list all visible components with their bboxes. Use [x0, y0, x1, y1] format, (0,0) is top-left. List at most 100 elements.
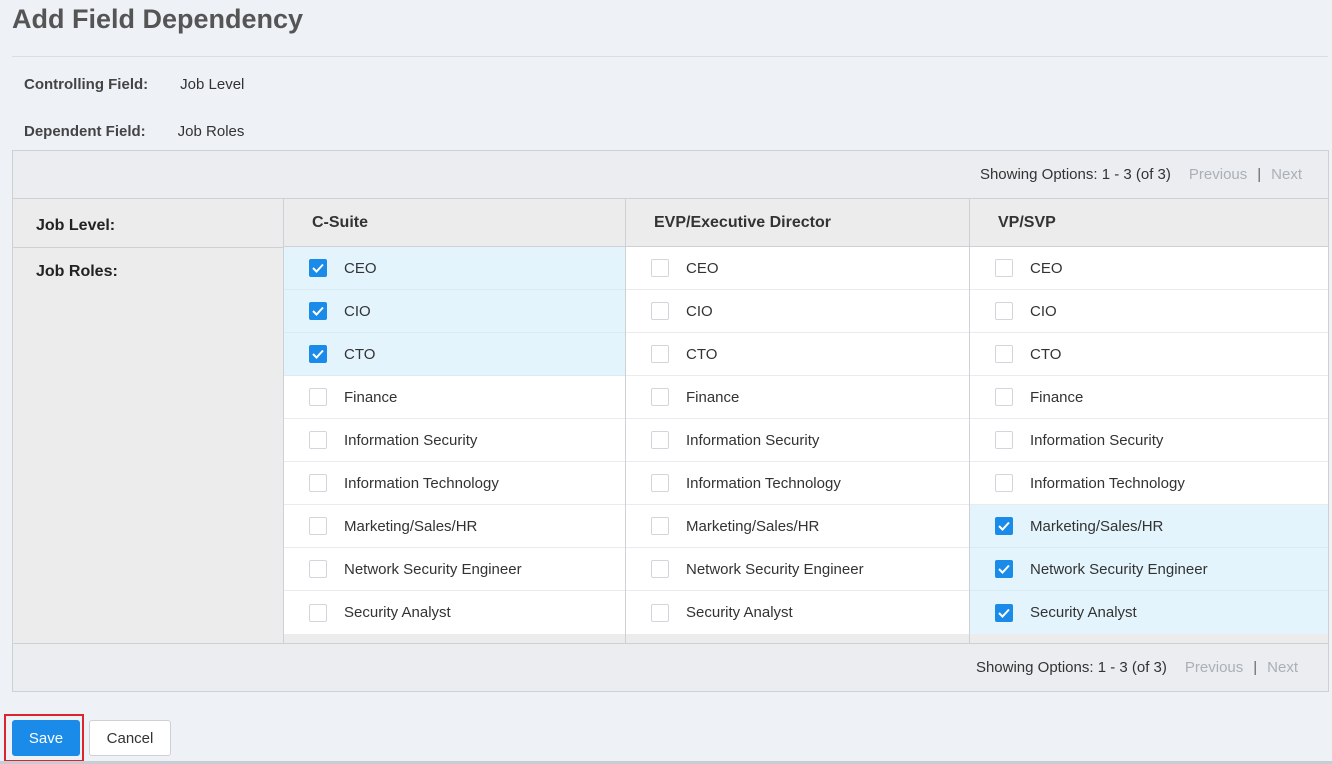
role-option[interactable]: Finance	[970, 376, 1328, 419]
role-option-label: Network Security Engineer	[686, 560, 864, 578]
pager-separator: |	[1253, 659, 1258, 676]
role-option[interactable]: CIO	[284, 290, 625, 333]
role-option-label: CTO	[1030, 345, 1062, 363]
role-checkbox[interactable]	[995, 603, 1013, 622]
job-level-column: C-Suite CEO CIO CTO Finance Information Secur…	[284, 199, 626, 643]
controlling-field-label: Controlling Field:	[24, 76, 149, 93]
role-checkbox[interactable]	[995, 431, 1013, 449]
role-option-label: Information Security	[344, 431, 478, 449]
role-option-label: Network Security Engineer	[344, 560, 522, 578]
job-level-row-label: Job Level:	[36, 217, 116, 234]
role-option-label: Security Analyst	[344, 604, 451, 621]
dependent-field-row: Dependent Field: Job Roles	[24, 123, 244, 140]
role-checkbox[interactable]	[651, 388, 669, 406]
role-option[interactable]: Finance	[626, 376, 969, 419]
role-checkbox[interactable]	[309, 345, 327, 363]
role-option-label: CEO	[344, 259, 377, 277]
role-option[interactable]: CEO	[284, 247, 625, 290]
role-checkbox[interactable]	[651, 345, 669, 363]
role-checkbox[interactable]	[309, 302, 327, 320]
role-option-label: CIO	[344, 302, 371, 320]
role-checkbox[interactable]	[309, 431, 327, 449]
role-checkbox[interactable]	[309, 517, 327, 535]
dependency-matrix-panel: Showing Options: 1 - 3 (of 3) Previous |…	[12, 150, 1329, 692]
job-level-column: VP/SVP CEO CIO CTO Finance Information Securi…	[970, 199, 1328, 643]
role-option[interactable]: Security Analyst	[970, 591, 1328, 634]
role-checkbox[interactable]	[995, 345, 1013, 363]
role-option[interactable]: Security Analyst	[626, 591, 969, 634]
role-option[interactable]: CEO	[970, 247, 1328, 290]
job-roles-row-label: Job Roles:	[36, 263, 118, 280]
role-option[interactable]: Network Security Engineer	[626, 548, 969, 591]
role-option-label: Marketing/Sales/HR	[686, 517, 820, 535]
checkmark-icon	[312, 306, 324, 316]
controlling-field-row: Controlling Field: Job Level	[24, 76, 244, 93]
role-option-label: CEO	[1030, 259, 1063, 277]
cancel-button[interactable]: Cancel	[89, 720, 171, 756]
role-option-label: Marketing/Sales/HR	[344, 517, 478, 535]
job-level-column: EVP/Executive Director CEO CIO CTO Finance In…	[626, 199, 970, 643]
role-option-label: Finance	[1030, 388, 1084, 406]
page-title: Add Field Dependency	[12, 4, 304, 34]
role-checkbox[interactable]	[995, 259, 1013, 277]
checkmark-icon	[998, 608, 1010, 618]
role-checkbox[interactable]	[651, 302, 669, 320]
role-checkbox[interactable]	[309, 603, 327, 622]
role-option[interactable]: Security Analyst	[284, 591, 625, 634]
column-header: VP/SVP	[970, 199, 1328, 247]
pager-next-link[interactable]: Next	[1271, 166, 1302, 183]
role-checkbox[interactable]	[651, 603, 669, 622]
role-option-label: Security Analyst	[1030, 604, 1137, 621]
role-checkbox[interactable]	[309, 474, 327, 492]
role-option[interactable]: CEO	[626, 247, 969, 290]
role-option[interactable]: Information Technology	[284, 462, 625, 505]
role-option-label: CIO	[686, 302, 713, 320]
role-checkbox[interactable]	[995, 388, 1013, 406]
role-option[interactable]: Marketing/Sales/HR	[970, 505, 1328, 548]
role-option[interactable]: Network Security Engineer	[284, 548, 625, 591]
checkmark-icon	[998, 564, 1010, 574]
save-button[interactable]: Save	[12, 720, 80, 756]
role-checkbox[interactable]	[651, 517, 669, 535]
role-checkbox[interactable]	[651, 560, 669, 578]
header-divider	[13, 247, 283, 248]
role-checkbox[interactable]	[995, 560, 1013, 578]
role-option[interactable]: CTO	[284, 333, 625, 376]
pager-previous-link[interactable]: Previous	[1185, 659, 1243, 676]
role-option[interactable]: Marketing/Sales/HR	[626, 505, 969, 548]
pager-previous-link[interactable]: Previous	[1189, 166, 1247, 183]
checkmark-icon	[312, 349, 324, 359]
role-option[interactable]: Information Technology	[626, 462, 969, 505]
role-option[interactable]: Marketing/Sales/HR	[284, 505, 625, 548]
role-checkbox[interactable]	[651, 474, 669, 492]
role-checkbox[interactable]	[995, 517, 1013, 535]
role-checkbox[interactable]	[651, 431, 669, 449]
role-option[interactable]: Information Security	[626, 419, 969, 462]
role-option-label: Information Technology	[1030, 474, 1185, 492]
role-option-label: CTO	[686, 345, 718, 363]
role-option[interactable]: CTO	[626, 333, 969, 376]
role-option[interactable]: CIO	[626, 290, 969, 333]
role-checkbox[interactable]	[309, 388, 327, 406]
checkmark-icon	[998, 521, 1010, 531]
title-divider	[12, 56, 1328, 57]
role-option[interactable]: Information Security	[284, 419, 625, 462]
pager-next-link[interactable]: Next	[1267, 659, 1298, 676]
role-option-label: Network Security Engineer	[1030, 560, 1208, 578]
pager-info: Showing Options: 1 - 3 (of 3)	[979, 166, 1171, 183]
role-option[interactable]: CIO	[970, 290, 1328, 333]
role-checkbox[interactable]	[651, 259, 669, 277]
role-checkbox[interactable]	[309, 560, 327, 578]
role-option-label: CTO	[344, 345, 376, 363]
role-checkbox[interactable]	[309, 259, 327, 277]
role-checkbox[interactable]	[995, 474, 1013, 492]
pager-separator: |	[1257, 166, 1262, 183]
pager-top: Showing Options: 1 - 3 (of 3) Previous |…	[13, 151, 1328, 199]
role-option[interactable]: Network Security Engineer	[970, 548, 1328, 591]
role-option[interactable]: CTO	[970, 333, 1328, 376]
role-option[interactable]: Information Technology	[970, 462, 1328, 505]
role-option[interactable]: Information Security	[970, 419, 1328, 462]
column-header: C-Suite	[284, 199, 625, 247]
role-checkbox[interactable]	[995, 302, 1013, 320]
role-option[interactable]: Finance	[284, 376, 625, 419]
